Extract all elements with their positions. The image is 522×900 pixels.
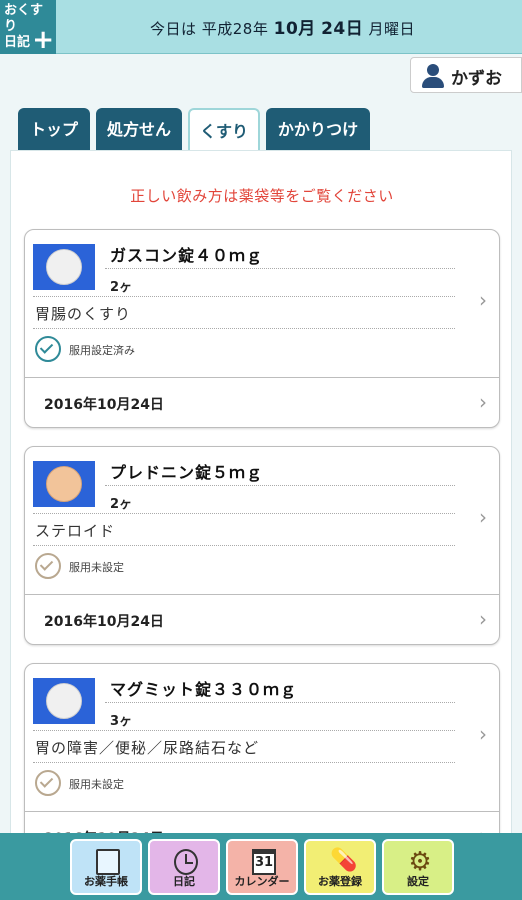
medicine-quantity: 3ヶ (110, 714, 133, 729)
date-prefix: 今日は 平成28年 (150, 20, 269, 38)
notebook-icon (96, 849, 120, 875)
today-date: 今日は 平成28年 10月 24日 月曜日 (150, 14, 415, 39)
prescription-date[interactable]: 2016年10月24日 (44, 611, 164, 631)
clock-icon (174, 849, 198, 875)
nav-label: お薬登録 (318, 875, 362, 888)
app-logo[interactable]: おくすり 日記 + (0, 0, 56, 54)
tab-prescription[interactable]: 処方せん (96, 108, 182, 152)
medicine-name[interactable]: マグミット錠３３０ｍｇ (110, 676, 297, 700)
chevron-right-icon[interactable]: › (479, 288, 487, 312)
user-name: かずお (451, 69, 502, 89)
dose-unset-icon (35, 553, 61, 579)
chevron-right-icon[interactable]: › (479, 505, 487, 529)
nav-label: お薬手帳 (84, 875, 128, 888)
notice-text: 正しい飲み方は薬袋等をご覧ください (130, 187, 394, 205)
user-icon (421, 64, 445, 88)
medicine-name[interactable]: ガスコン錠４０ｍｇ (110, 242, 263, 266)
dose-unset-icon (35, 770, 61, 796)
dose-status: 服用設定済み (69, 344, 135, 357)
medicine-card: ガスコン錠４０ｍｇ 2ヶ 胃腸のくすり 服用設定済み › 2016年10月24日… (24, 229, 500, 428)
pill-image (33, 461, 95, 507)
chevron-right-icon[interactable]: › (479, 390, 487, 414)
nav-label: カレンダー (234, 875, 290, 888)
medicine-card: プレドニン錠５ｍｇ 2ヶ ステロイド 服用未設定 › 2016年10月24日 › (24, 446, 500, 645)
nav-notebook-button[interactable]: お薬手帳 (70, 839, 142, 895)
prescription-date[interactable]: 2016年10月24日 (44, 394, 164, 414)
pill-image (33, 678, 95, 724)
user-switch-button[interactable]: かずお (410, 57, 522, 93)
date-day: 24日 (321, 19, 364, 39)
medicine-quantity: 2ヶ (110, 280, 133, 295)
medicine-description: 胃の障害／便秘／尿路結石など (35, 739, 260, 757)
nav-settings-button[interactable]: ⚙ 設定 (382, 839, 454, 895)
nav-diary-button[interactable]: 日記 (148, 839, 220, 895)
dose-set-icon (35, 336, 61, 362)
nav-label: 日記 (173, 875, 195, 888)
date-weekday: 月曜日 (368, 20, 416, 38)
medicine-description: ステロイド (35, 522, 116, 540)
dose-status: 服用未設定 (69, 561, 124, 574)
nav-label: 設定 (407, 875, 429, 888)
tab-pharmacy[interactable]: かかりつけ (266, 108, 370, 152)
app-header: おくすり 日記 + 今日は 平成28年 10月 24日 月曜日 (0, 0, 522, 54)
logo-plus: + (32, 25, 54, 55)
chevron-right-icon[interactable]: › (479, 722, 487, 746)
nav-calendar-button[interactable]: 31 カレンダー (226, 839, 298, 895)
medicine-description: 胃腸のくすり (35, 305, 132, 323)
tab-top[interactable]: トップ (18, 108, 90, 152)
nav-register-button[interactable]: 💊 お薬登録 (304, 839, 376, 895)
medicine-panel: 正しい飲み方は薬袋等をご覧ください ガスコン錠４０ｍｇ 2ヶ 胃腸のくすり 服用… (10, 150, 512, 862)
tab-medicine[interactable]: くすり (188, 108, 260, 154)
dose-status: 服用未設定 (69, 778, 124, 791)
medicine-name[interactable]: プレドニン錠５ｍｇ (110, 459, 263, 483)
calendar-icon: 31 (252, 849, 276, 875)
date-month: 10月 (273, 19, 316, 39)
chevron-right-icon[interactable]: › (479, 607, 487, 631)
medicine-quantity: 2ヶ (110, 497, 133, 512)
bottom-nav: お薬手帳 日記 31 カレンダー 💊 お薬登録 ⚙ 設定 (0, 833, 522, 900)
pill-image (33, 244, 95, 290)
gear-icon: ⚙ (408, 847, 432, 877)
capsule-plus-icon: 💊 (330, 848, 358, 873)
